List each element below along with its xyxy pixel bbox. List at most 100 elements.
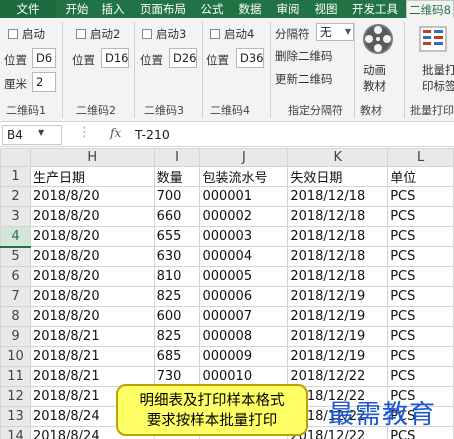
cell[interactable]: 810 [153,266,201,287]
cell[interactable]: 825 [153,326,201,347]
cell[interactable]: 2018/12/19 [287,346,389,367]
cell[interactable]: 生产日期 [29,166,155,187]
row-header[interactable]: 11 [0,366,31,387]
cell[interactable]: 000004 [199,246,289,267]
cell[interactable]: 2018/12/18 [287,186,389,207]
cell[interactable]: PCS [387,186,454,207]
tab-page-layout[interactable]: 页面布局 [134,0,192,18]
cell[interactable]: PCS [387,326,454,347]
cell[interactable]: 2018/12/18 [287,246,389,267]
cell[interactable]: 825 [153,286,201,307]
cell[interactable]: 2018/8/20 [29,266,155,287]
cell[interactable]: PCS [387,206,454,227]
formula-input[interactable]: T-210 [135,127,170,142]
cell[interactable]: 000009 [199,346,289,367]
cell[interactable]: 600 [153,306,201,327]
cell[interactable]: 000001 [199,186,289,207]
row-header[interactable]: 2 [0,186,31,207]
cell[interactable]: 000007 [199,306,289,327]
position-input-1[interactable]: D6 [32,48,56,68]
cell[interactable]: PCS [387,306,454,327]
size-input-1[interactable]: 2 [32,72,56,92]
row-header[interactable]: 9 [0,326,31,347]
row-header[interactable]: 3 [0,206,31,227]
cell[interactable]: PCS [387,246,454,267]
column-header[interactable]: K [287,148,389,167]
cell[interactable]: 000003 [199,226,289,247]
tab-view[interactable]: 视图 [309,0,343,18]
cell[interactable]: 2018/12/18 [287,206,389,227]
cell[interactable]: 2018/8/20 [29,306,155,327]
tab-review[interactable]: 审阅 [271,0,305,18]
cell[interactable]: 700 [153,186,201,207]
cell[interactable]: 2018/8/20 [29,186,155,207]
column-header[interactable]: I [153,148,201,167]
row-header[interactable]: 14 [0,426,31,439]
tab-file[interactable]: 文件 [0,0,56,18]
batch-print-labels-button[interactable]: 批量打 印标签 [410,22,454,98]
delete-qrcode-button[interactable]: 删除二维码 [275,48,333,64]
start-checkbox-1[interactable] [8,29,18,39]
column-header[interactable]: L [387,148,454,167]
tab-home[interactable]: 开始 [60,0,94,18]
cell[interactable]: 2018/12/22 [287,366,389,387]
column-header[interactable]: J [199,148,289,167]
animation-textbook-button[interactable]: 动画 教材 [358,22,398,98]
cell[interactable]: 失效日期 [287,166,389,187]
cell[interactable]: 包装流水号 [199,166,289,187]
position-input-4[interactable]: D36 [236,48,264,68]
cell[interactable]: 655 [153,226,201,247]
cell[interactable]: 2018/8/21 [29,326,155,347]
cell[interactable]: 2018/12/19 [287,326,389,347]
cell[interactable]: PCS [387,226,454,247]
tab-formulas[interactable]: 公式 [195,0,229,18]
more-options-icon[interactable]: ⋮ [78,125,91,140]
row-header[interactable]: 6 [0,266,31,287]
cell[interactable]: 2018/8/20 [29,206,155,227]
start-checkbox-3[interactable] [142,29,152,39]
cell[interactable]: PCS [387,266,454,287]
row-header[interactable]: 12 [0,386,31,407]
position-input-2[interactable]: D16 [101,48,129,68]
cell[interactable]: PCS [387,286,454,307]
cell[interactable]: 2018/12/18 [287,226,389,247]
cell[interactable]: 2018/12/19 [287,286,389,307]
cell[interactable]: 2018/12/19 [287,306,389,327]
cell[interactable]: 2018/12/18 [287,266,389,287]
cell[interactable]: 2018/8/20 [29,226,155,247]
cell[interactable]: 2018/8/20 [29,286,155,307]
row-header[interactable]: 4 [0,226,31,248]
position-input-3[interactable]: D26 [169,48,197,68]
cell[interactable]: 000005 [199,266,289,287]
start-checkbox-4[interactable] [210,29,220,39]
cell[interactable]: PCS [387,366,454,387]
row-header[interactable]: 10 [0,346,31,367]
update-qrcode-button[interactable]: 更新二维码 [275,71,333,87]
cell[interactable]: 2018/8/21 [29,346,155,367]
cell[interactable]: PCS [387,346,454,367]
select-all-corner[interactable] [0,148,31,167]
name-box-dropdown-icon[interactable]: ▼ [38,128,44,137]
cell[interactable]: 000008 [199,326,289,347]
cell[interactable]: 660 [153,206,201,227]
tab-data[interactable]: 数据 [233,0,267,18]
cell[interactable]: 685 [153,346,201,367]
cell[interactable]: 000006 [199,286,289,307]
cell[interactable]: 2018/8/20 [29,246,155,267]
row-header[interactable]: 1 [0,166,31,187]
tab-qrcode8[interactable]: 二维码8 [406,0,454,18]
fx-icon[interactable]: fx [110,126,121,140]
cell[interactable]: 000002 [199,206,289,227]
tab-developer[interactable]: 开发工具 [346,0,404,18]
cell[interactable]: 数量 [153,166,201,187]
tab-insert[interactable]: 插入 [96,0,130,18]
cell[interactable]: 630 [153,246,201,267]
start-checkbox-2[interactable] [76,29,86,39]
row-header[interactable]: 8 [0,306,31,327]
column-header[interactable]: H [29,148,155,167]
separator-select[interactable]: 无 ▼ [316,23,354,41]
row-header[interactable]: 13 [0,406,31,427]
row-header[interactable]: 5 [0,246,31,267]
cell[interactable]: 单位 [387,166,454,187]
name-box[interactable]: B4 [2,125,62,145]
